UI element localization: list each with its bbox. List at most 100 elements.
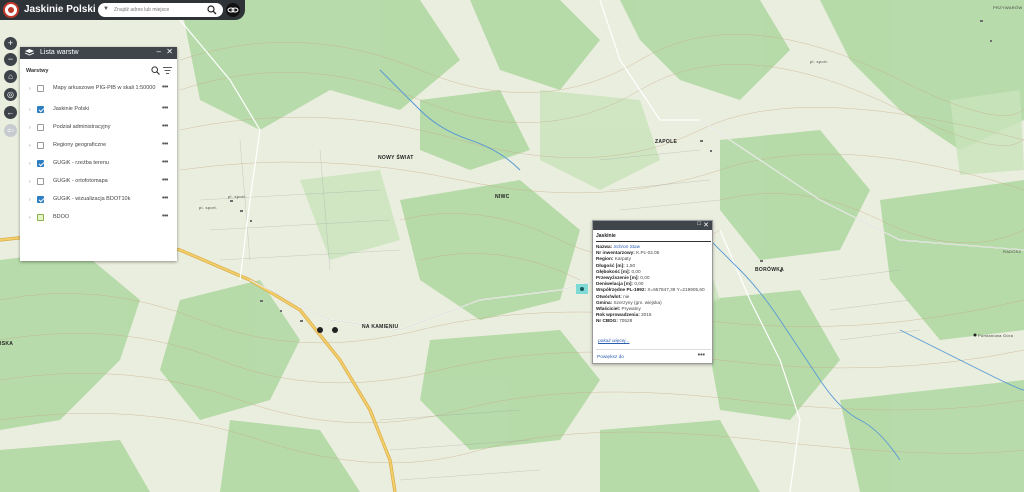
- maximize-icon[interactable]: □: [697, 221, 701, 227]
- divider: [596, 349, 711, 350]
- search-source-dropdown-icon[interactable]: ▼: [103, 6, 109, 12]
- app-header: Jaskinie Polski ▼: [0, 0, 245, 20]
- layer-checkbox[interactable]: [37, 214, 44, 221]
- link-icon: [227, 7, 239, 13]
- layer-options-icon[interactable]: •••: [162, 84, 168, 91]
- layer-checkbox[interactable]: [37, 106, 44, 113]
- expand-chevron-icon[interactable]: ›: [29, 179, 31, 185]
- layer-options-icon[interactable]: •••: [162, 159, 168, 166]
- search-box[interactable]: ▼: [98, 3, 223, 17]
- feature-popup: □ ✕ Jaskinie Nazwa: Schron Staw Nr inwen…: [592, 220, 713, 364]
- layer-checkbox[interactable]: [37, 196, 44, 203]
- attribute-key: Nr CBDG:: [596, 318, 618, 324]
- layer-options-icon[interactable]: •••: [162, 177, 168, 184]
- search-layers-icon[interactable]: [151, 66, 160, 75]
- locate-button[interactable]: ◎: [4, 88, 17, 101]
- layer-label: Podział administracyjny: [53, 124, 111, 130]
- attribute-row: Nr CBDG: 70528: [596, 318, 713, 324]
- expand-chevron-icon[interactable]: ›: [29, 161, 31, 167]
- attribute-value: 0,00: [640, 275, 650, 281]
- attribute-value: 0,00: [631, 268, 641, 274]
- attribute-key: Deniwelacja [m]:: [596, 281, 633, 287]
- attribute-key: Gmina:: [596, 299, 613, 305]
- show-more-link[interactable]: pokaż więcej...: [598, 339, 629, 344]
- layer-item[interactable]: › Mapy arkuszowe PIG-PIB w skali 1:50000…: [20, 84, 177, 96]
- share-link-button[interactable]: [226, 3, 240, 17]
- expand-chevron-icon[interactable]: ›: [29, 215, 31, 221]
- layer-item[interactable]: › GUGiK - wizualizacja BDOT10k •••: [20, 195, 177, 207]
- home-button[interactable]: ⌂: [4, 70, 17, 83]
- attribute-value: 70528: [619, 318, 633, 324]
- layer-label: GUGiK - ortofotomapa: [53, 178, 108, 184]
- layer-checkbox[interactable]: [37, 178, 44, 185]
- layer-options-icon[interactable]: •••: [162, 141, 168, 148]
- map-label: pl. sport.: [810, 59, 829, 64]
- zoom-out-button[interactable]: −: [4, 53, 17, 66]
- attribute-value: Schron Staw: [613, 244, 641, 249]
- close-icon[interactable]: ✕: [703, 221, 709, 229]
- layer-checkbox[interactable]: [37, 142, 44, 149]
- map-label: PRZYWARÓW: [993, 5, 1023, 10]
- map-label: ZAPOLE: [655, 139, 678, 145]
- search-icon[interactable]: [207, 5, 217, 15]
- search-input[interactable]: [114, 5, 202, 15]
- attribute-key: Nr inwentarzowy:: [596, 250, 635, 256]
- popup-options-icon[interactable]: •••: [698, 352, 705, 359]
- layer-options-icon[interactable]: •••: [162, 213, 168, 220]
- attribute-value: 0,00: [634, 281, 644, 287]
- attribute-value: K.Pc-02.05: [636, 250, 660, 256]
- zoom-to-link[interactable]: Powiększ do: [597, 355, 624, 360]
- layer-label: Mapy arkuszowe PIG-PIB w skali 1:50000: [53, 85, 156, 91]
- attribute-value: 1,50: [625, 262, 636, 268]
- layer-list-panel: Lista warstw – ✕ Warstwy › Mapy arkuszow…: [20, 47, 177, 261]
- minimize-button[interactable]: –: [157, 47, 161, 56]
- layer-item[interactable]: › GUGiK - ortofotomapa •••: [20, 177, 177, 189]
- popup-attributes: Nazwa: Schron Staw Nr inwentarzowy: K.Pc…: [596, 244, 713, 325]
- app-title: Jaskinie Polski: [24, 4, 96, 15]
- layer-label: Regiony geograficzne: [53, 142, 107, 148]
- expand-chevron-icon[interactable]: ›: [29, 86, 31, 92]
- map-label: ISKA: [0, 341, 14, 347]
- layer-checkbox[interactable]: [37, 124, 44, 131]
- attribute-key: Właściciel:: [596, 306, 621, 312]
- close-button[interactable]: ✕: [166, 47, 173, 56]
- layer-options-icon[interactable]: •••: [162, 123, 168, 130]
- map-label: RADOSZ: [1003, 249, 1022, 254]
- popup-header: □ ✕: [593, 221, 712, 230]
- attribute-key: Głębokość [m]:: [596, 268, 631, 274]
- expand-chevron-icon[interactable]: ›: [29, 143, 31, 149]
- map-label: NOWY ŚWIAT: [378, 155, 414, 161]
- expand-chevron-icon[interactable]: ›: [29, 107, 31, 113]
- previous-extent-button[interactable]: ←: [4, 106, 17, 119]
- expand-chevron-icon[interactable]: ›: [29, 197, 31, 203]
- map-label: pl. sport.: [228, 194, 247, 199]
- attribute-key: Rok wprowadzenia:: [596, 312, 640, 318]
- layer-list-header: Lista warstw – ✕: [20, 47, 177, 59]
- layer-options-icon[interactable]: •••: [162, 195, 168, 202]
- map-label: Pomianowa Góra: [978, 333, 1014, 338]
- layer-item[interactable]: › Podział administracyjny •••: [20, 123, 177, 135]
- layer-checkbox[interactable]: [37, 85, 44, 92]
- next-extent-button[interactable]: ⇦: [4, 124, 17, 137]
- zoom-in-button[interactable]: +: [4, 37, 17, 50]
- layer-item[interactable]: › GUGiK - rzeźba terenu •••: [20, 159, 177, 171]
- expand-chevron-icon[interactable]: ›: [29, 125, 31, 131]
- layer-list-title: Lista warstw: [40, 49, 79, 56]
- attribute-value: Karpaty: [614, 256, 631, 262]
- layer-item[interactable]: › Jaskinie Polski •••: [20, 105, 177, 117]
- layer-label: GUGiK - rzeźba terenu: [53, 160, 109, 166]
- filter-layers-icon[interactable]: [163, 66, 172, 75]
- map-label: BORÓWKA: [755, 267, 785, 273]
- divider: [596, 241, 711, 242]
- attribute-value: Prywatny: [621, 306, 641, 312]
- layer-item[interactable]: › Regiony geograficzne •••: [20, 141, 177, 153]
- layer-checkbox[interactable]: [37, 160, 44, 167]
- layer-item[interactable]: › BDOO •••: [20, 213, 177, 225]
- attribute-key: Otwór/wlot:: [596, 293, 622, 299]
- layer-label: GUGiK - wizualizacja BDOT10k: [53, 196, 131, 202]
- layer-options-icon[interactable]: •••: [162, 105, 168, 112]
- attribute-value: Szerzyny (gm. wiejska): [613, 299, 662, 305]
- map-label: pl. sport.: [199, 205, 218, 210]
- layer-label: Jaskinie Polski: [53, 106, 90, 112]
- popup-title: Jaskinie: [596, 233, 616, 239]
